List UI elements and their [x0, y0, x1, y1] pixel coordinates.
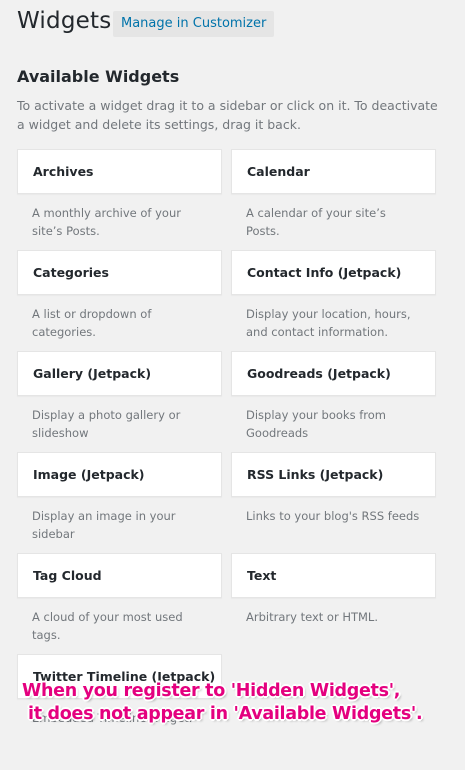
annotation-line-2: it does not appear in 'Available Widgets…: [28, 704, 423, 724]
widget-description: Display an image in your sidebar: [32, 509, 176, 541]
page-title: Widgets: [17, 8, 112, 34]
widget-title[interactable]: Gallery (Jetpack): [17, 351, 222, 396]
annotation-line-1: When you register to 'Hidden Widgets',: [22, 681, 401, 701]
widget-description: A cloud of your most used tags.: [32, 610, 183, 642]
manage-in-customizer-button[interactable]: Manage in Customizer: [113, 11, 275, 37]
widget-title[interactable]: RSS Links (Jetpack): [231, 452, 436, 497]
widget-title[interactable]: Contact Info (Jetpack): [231, 250, 436, 295]
widget-title[interactable]: Archives: [17, 149, 222, 194]
widget-image[interactable]: Image (Jetpack) Display an image in your…: [17, 452, 222, 543]
widget-title[interactable]: Calendar: [231, 149, 436, 194]
widget-title[interactable]: Text: [231, 553, 436, 598]
widget-tag-cloud[interactable]: Tag Cloud A cloud of your most used tags…: [17, 553, 222, 644]
widget-title[interactable]: Categories: [17, 250, 222, 295]
available-widgets-description: To activate a widget drag it to a sideba…: [17, 98, 438, 132]
widget-description: Arbitrary text or HTML.: [246, 610, 378, 624]
widget-description: A monthly archive of your site’s Posts.: [32, 206, 181, 238]
widget-goodreads[interactable]: Goodreads (Jetpack) Display your books f…: [231, 351, 436, 442]
widget-text[interactable]: Text Arbitrary text or HTML.: [231, 553, 436, 626]
widget-description: Display your location, hours, and contac…: [246, 307, 411, 339]
widget-gallery[interactable]: Gallery (Jetpack) Display a photo galler…: [17, 351, 222, 442]
annotation-callout: When you register to 'Hidden Widgets', i…: [22, 680, 423, 726]
widget-title[interactable]: Goodreads (Jetpack): [231, 351, 436, 396]
widget-title[interactable]: Tag Cloud: [17, 553, 222, 598]
widget-categories[interactable]: Categories A list or dropdown of categor…: [17, 250, 222, 341]
widget-description: A calendar of your site’s Posts.: [246, 206, 386, 238]
widget-archives[interactable]: Archives A monthly archive of your site’…: [17, 149, 222, 240]
widget-description: Display your books from Goodreads: [246, 408, 386, 440]
widget-title[interactable]: Image (Jetpack): [17, 452, 222, 497]
widget-description: A list or dropdown of categories.: [32, 307, 152, 339]
available-widgets-title: Available Widgets: [17, 67, 180, 86]
widget-contact-info[interactable]: Contact Info (Jetpack) Display your loca…: [231, 250, 436, 341]
widget-description: Display a photo gallery or slideshow: [32, 408, 181, 440]
widget-description: Links to your blog's RSS feeds: [246, 509, 420, 523]
widget-calendar[interactable]: Calendar A calendar of your site’s Posts…: [231, 149, 436, 240]
widget-rss-links[interactable]: RSS Links (Jetpack) Links to your blog's…: [231, 452, 436, 525]
